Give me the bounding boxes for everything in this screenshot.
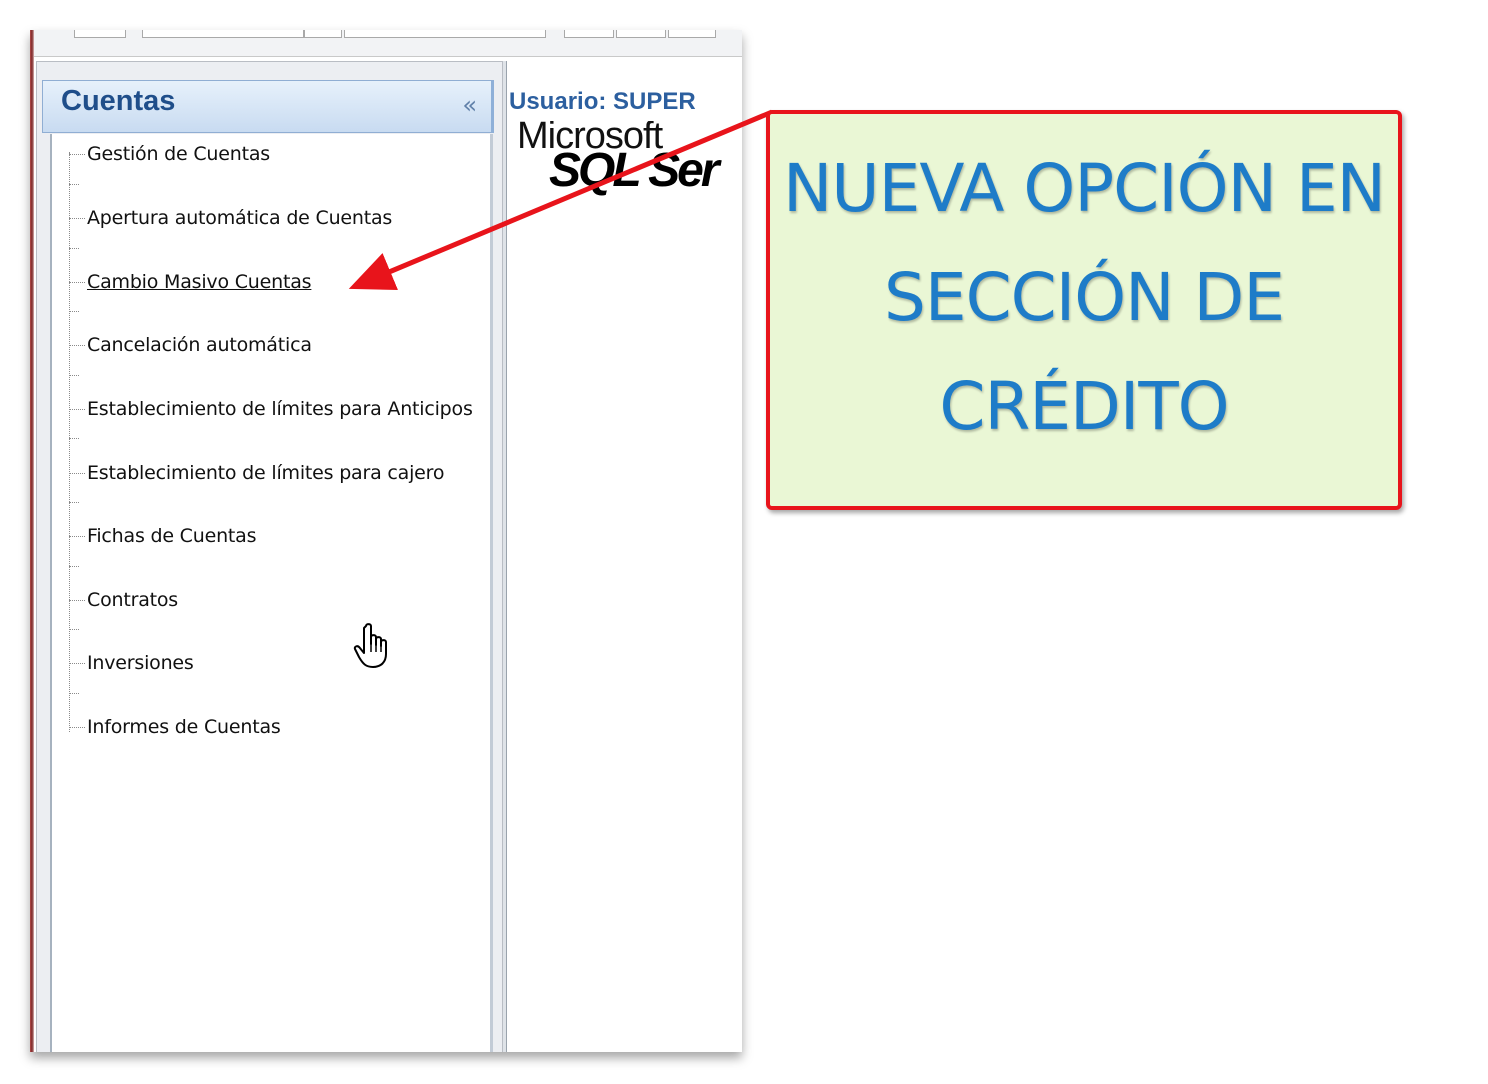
content-pane: Usuario: SUPER Microsoft SQL Ser — [506, 61, 742, 1052]
toolbar-control[interactable] — [74, 30, 126, 38]
tree-branch — [69, 184, 79, 185]
tree-item-limites-cajero[interactable]: Establecimiento de límites para cajero — [69, 461, 444, 485]
tree-branch — [69, 599, 85, 601]
tree-item-cancelacion[interactable]: Cancelación automática — [69, 333, 312, 357]
tree-item-label[interactable]: Fichas de Cuentas — [87, 525, 257, 547]
tree-branch — [69, 438, 79, 439]
toolbar-control[interactable] — [304, 30, 342, 38]
toolbar-dropdown[interactable] — [142, 30, 304, 38]
tree-branch — [69, 726, 85, 728]
toolbar-button[interactable] — [616, 30, 666, 38]
tree-item-cambio-masivo[interactable]: Cambio Masivo Cuentas — [69, 270, 312, 294]
user-label: Usuario: SUPER — [509, 88, 696, 115]
toolbar-button[interactable] — [668, 30, 716, 38]
tree-item-label[interactable]: Cancelación automática — [87, 334, 312, 356]
tree-branch — [69, 629, 79, 630]
tree-item-apertura-automatica[interactable]: Apertura automática de Cuentas — [69, 206, 392, 230]
tree-branch — [69, 502, 79, 503]
tree-branch — [69, 662, 85, 664]
tree-branch — [69, 344, 85, 346]
toolbar-strip — [34, 30, 742, 57]
nav-section-title: Cuentas — [61, 85, 176, 117]
tree-branch — [69, 408, 85, 410]
tree-branch — [69, 472, 85, 474]
nav-tree: Gestión de Cuentas Apertura automática d… — [50, 134, 493, 1052]
tree-item-contratos[interactable]: Contratos — [69, 588, 178, 612]
tree-branch — [69, 535, 85, 537]
toolbar-field[interactable] — [344, 30, 546, 38]
app-window: Cuentas « Gestión de Cuentas Apertura au… — [30, 30, 742, 1052]
sql-server-logo: Microsoft SQL Ser — [517, 121, 742, 201]
nav-section-header[interactable]: Cuentas « — [42, 80, 494, 133]
tree-item-label[interactable]: Establecimiento de límites para cajero — [87, 462, 444, 484]
tree-branch — [69, 281, 85, 283]
callout-text: NUEVA OPCIÓN EN SECCIÓN DE CRÉDITO — [782, 150, 1386, 445]
tree-connector — [69, 152, 70, 732]
tree-item-inversiones[interactable]: Inversiones — [69, 651, 194, 675]
toolbar-button[interactable] — [564, 30, 614, 38]
tree-branch — [69, 153, 85, 155]
tree-item-label[interactable]: Apertura automática de Cuentas — [87, 207, 392, 229]
tree-item-informes[interactable]: Informes de Cuentas — [69, 715, 281, 739]
tree-item-label[interactable]: Inversiones — [87, 652, 194, 674]
tree-item-label[interactable]: Informes de Cuentas — [87, 716, 281, 738]
tree-branch — [69, 217, 85, 219]
tree-branch — [69, 375, 79, 376]
tree-item-gestion-cuentas[interactable]: Gestión de Cuentas — [69, 142, 270, 166]
collapse-icon[interactable]: « — [462, 91, 477, 119]
tree-item-limites-anticipos[interactable]: Establecimiento de límites para Anticipo… — [69, 397, 473, 421]
window-edge — [30, 30, 34, 1052]
tree-item-label[interactable]: Gestión de Cuentas — [87, 143, 270, 165]
tree-branch — [69, 311, 79, 312]
annotation-callout: NUEVA OPCIÓN EN SECCIÓN DE CRÉDITO — [766, 110, 1402, 510]
tree-branch — [69, 248, 79, 249]
tree-item-label[interactable]: Establecimiento de límites para Anticipo… — [87, 398, 473, 420]
tree-branch — [69, 566, 79, 567]
tree-item-fichas[interactable]: Fichas de Cuentas — [69, 524, 257, 548]
tree-item-label[interactable]: Cambio Masivo Cuentas — [87, 271, 312, 293]
logo-sql-text: SQL Ser — [549, 144, 720, 197]
tree-branch — [69, 693, 79, 694]
tree-item-label[interactable]: Contratos — [87, 589, 178, 611]
hand-pointer-icon — [353, 623, 387, 668]
